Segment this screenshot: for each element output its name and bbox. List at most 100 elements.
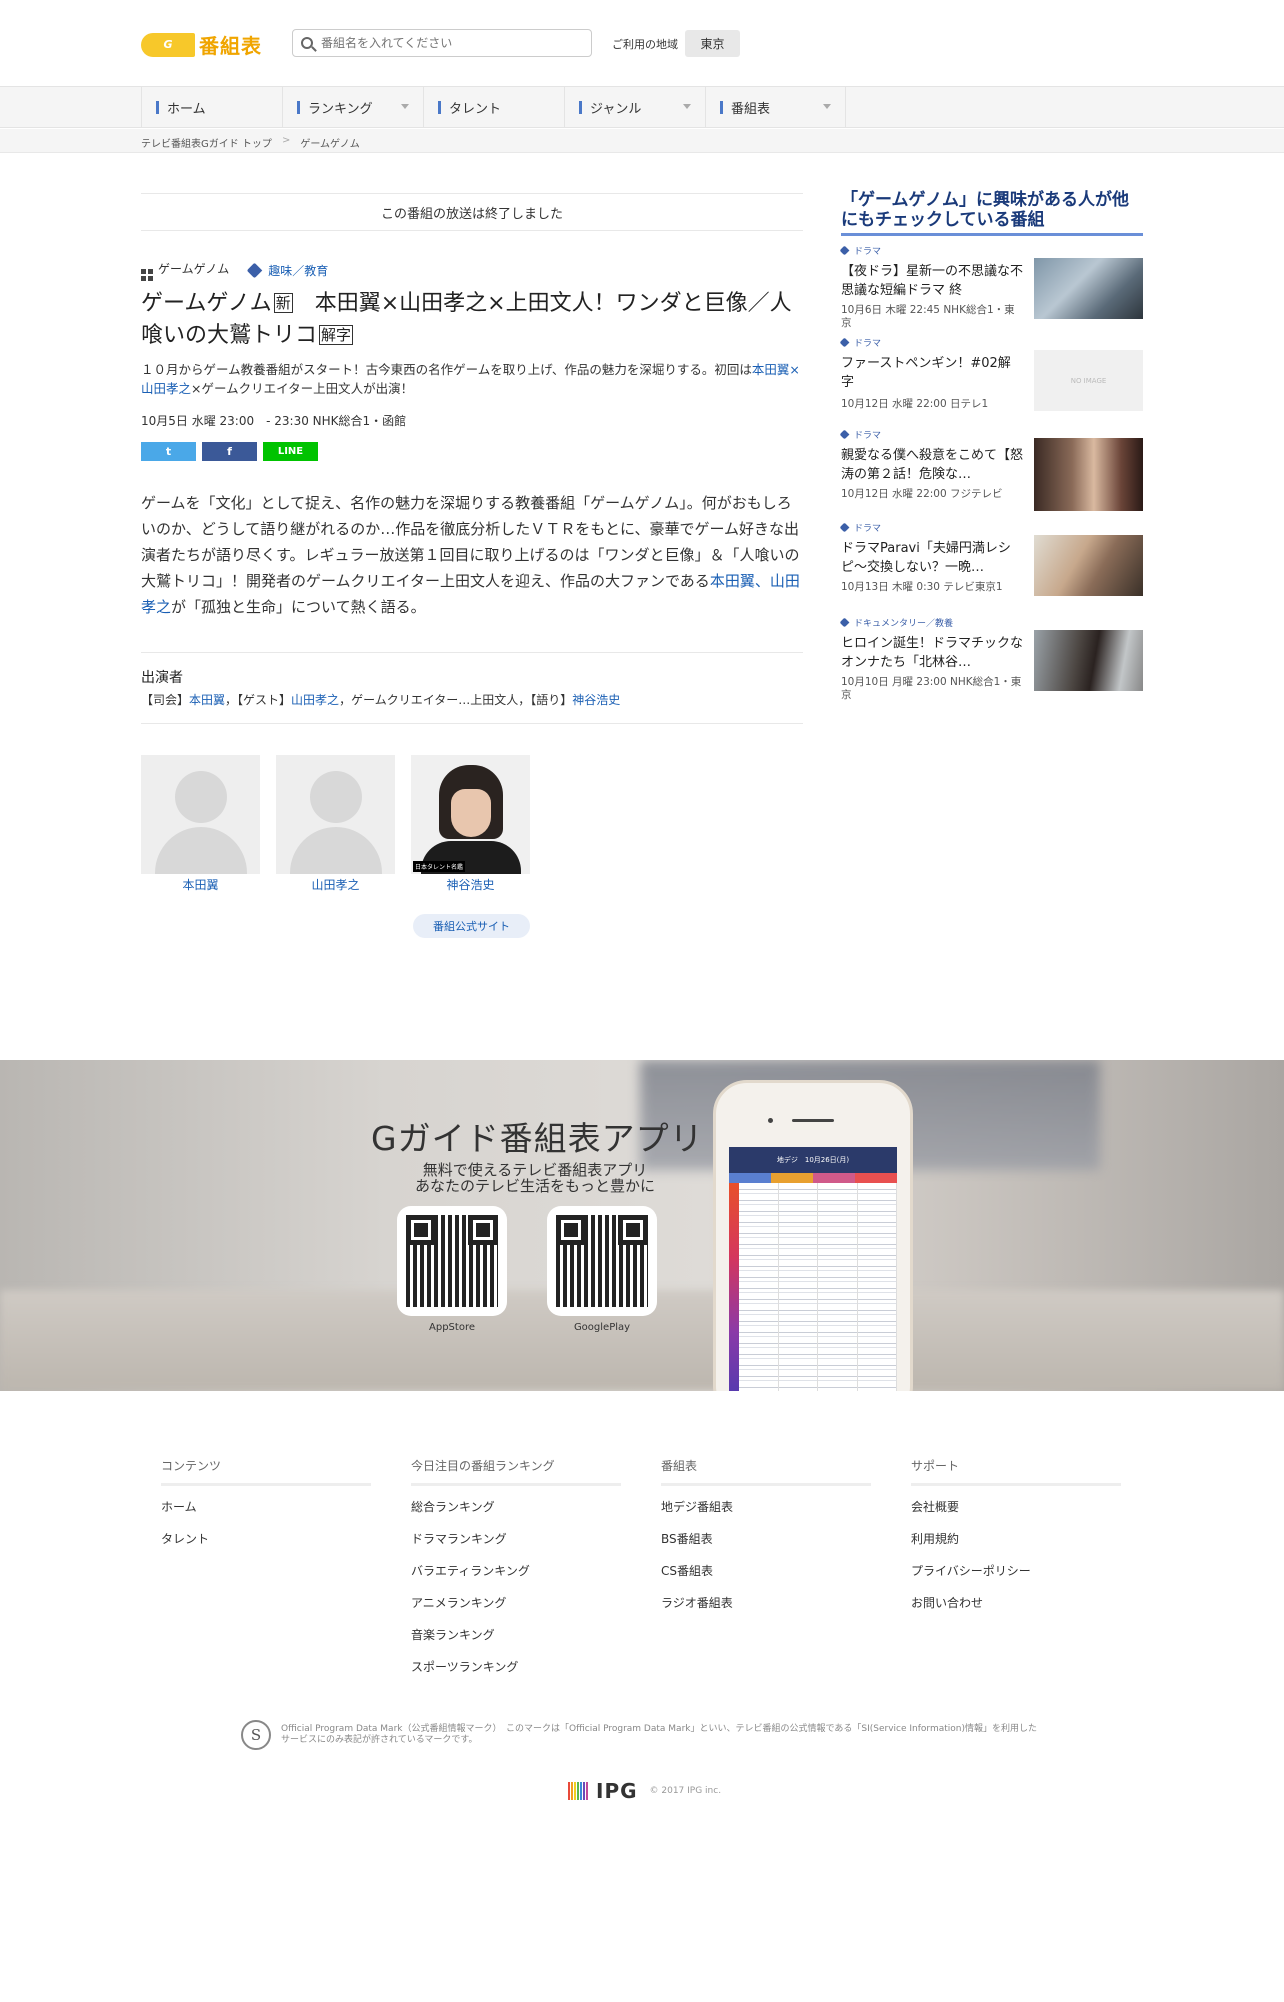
related-program-title[interactable]: 親愛なる僕へ殺意をこめて【怒涛の第２話！危険な… <box>841 446 1023 484</box>
cast-name[interactable]: 山田孝之 <box>276 876 395 893</box>
cast-link-honda[interactable]: 本田翼 <box>189 693 225 707</box>
footer-link[interactable]: 利用規約 <box>911 1532 1121 1546</box>
cast-link-honda[interactable]: 本田翼 <box>710 572 755 590</box>
cast-heading: 出演者 <box>141 670 183 686</box>
footer-link[interactable]: 音楽ランキング <box>411 1628 621 1642</box>
airtime: 10月5日 水曜 23:00 - 23:30 NHK総合1・函館 <box>141 414 407 428</box>
related-program-item[interactable]: ドキュメンタリー／教養 ヒロイン誕生！ドラマチックなオンナたち「北林谷… 10月… <box>839 616 1143 708</box>
related-program-title[interactable]: ファーストペンギン！#02解字 <box>841 354 1023 392</box>
odm-logo-icon: S <box>241 1720 271 1750</box>
footer-link[interactable]: バラエティランキング <box>411 1564 621 1578</box>
nav-item-label: タレント <box>449 101 502 117</box>
related-program-title[interactable]: ヒロイン誕生！ドラマチックなオンナたち「北林谷… <box>841 634 1023 672</box>
related-program-title[interactable]: ドラマParavi「夫婦円満レシピ〜交換しない？一晩… <box>841 539 1023 577</box>
footer-link[interactable]: BS番組表 <box>661 1532 871 1546</box>
cast-card[interactable]: 山田孝之 <box>276 755 395 893</box>
related-program-title[interactable]: 【夜ドラ】星新一の不思議な不思議な短編ドラマ 終 <box>841 262 1023 300</box>
app-screen-header: 地デジ 10月26日(月) <box>729 1147 897 1173</box>
cast-card[interactable]: 本田翼 <box>141 755 260 893</box>
footer-link[interactable]: お問い合わせ <box>911 1596 1121 1610</box>
footer-link[interactable]: タレント <box>161 1532 371 1546</box>
avatar-placeholder <box>276 755 395 874</box>
official-program-data-mark: S Official Program Data Mark（公式番組情報マーク） … <box>241 1720 1041 1750</box>
footer-column: 今日注目の番組ランキング 総合ランキング ドラマランキング バラエティランキング… <box>411 1457 621 1692</box>
nav-item-label: ランキング <box>308 101 373 117</box>
nav-item-ranking[interactable]: ランキング <box>282 87 423 127</box>
ipg-logo-icon <box>568 1782 588 1800</box>
search-input[interactable] <box>321 36 571 50</box>
program-thumbnail[interactable] <box>1034 630 1143 691</box>
summary-separator: × <box>789 362 800 377</box>
guest-label: ，【ゲスト】 <box>225 693 292 707</box>
related-program-item[interactable]: ドラマ ファーストペンギン！#02解字 10月12日 水曜 22:00 日テレ1… <box>839 336 1143 428</box>
footer-link[interactable]: ドラマランキング <box>411 1532 621 1546</box>
cast-link-kamiya[interactable]: 神谷浩史 <box>572 693 620 707</box>
twitter-icon: t <box>165 445 172 458</box>
official-site-button[interactable]: 番組公式サイト <box>413 914 530 938</box>
tag-icon <box>839 617 850 627</box>
footer-column: サポート 会社概要 利用規約 プライバシーポリシー お問い合わせ <box>911 1457 1121 1692</box>
googleplay-qr[interactable]: GooglePlay <box>547 1206 657 1333</box>
footer-link[interactable]: 総合ランキング <box>411 1500 621 1514</box>
cast-section: 出演者 【司会】本田翼，【ゲスト】山田孝之，ゲームクリエイター…上田文人，【語り… <box>141 652 803 724</box>
appstore-qr[interactable]: AppStore <box>397 1206 507 1333</box>
footer-link[interactable]: ラジオ番組表 <box>661 1596 871 1610</box>
genre-label: ドラマ <box>839 244 1143 257</box>
program-thumbnail[interactable] <box>1034 258 1143 319</box>
genre-link[interactable]: 趣味／教育 <box>268 264 328 278</box>
footer-heading: 今日注目の番組ランキング <box>411 1457 621 1486</box>
nav-item-listings[interactable]: 番組表 <box>705 87 846 127</box>
footer-link[interactable]: ホーム <box>161 1500 371 1514</box>
no-image-thumbnail[interactable]: NO IMAGE <box>1034 350 1143 411</box>
cast-card[interactable]: 日本タレント名鑑 神谷浩史 <box>411 755 530 893</box>
qr-code-icon <box>556 1215 648 1307</box>
region-label: ご利用の地域 <box>612 38 678 51</box>
related-program-item[interactable]: ドラマ 親愛なる僕へ殺意をこめて【怒涛の第２話！危険な… 10月12日 水曜 2… <box>839 428 1143 521</box>
nav-item-home[interactable]: ホーム <box>141 87 282 127</box>
photo-caption: 日本タレント名鑑 <box>413 861 466 872</box>
genre-label: ドラマ <box>839 336 1143 349</box>
app-promo-banner: Gガイド番組表アプリ 無料で使えるテレビ番組表アプリ あなたのテレビ生活をもっと… <box>0 1060 1284 1391</box>
related-program-time: 10月13日 木曜 0:30 テレビ東京1 <box>841 581 1003 593</box>
search-box[interactable] <box>292 29 592 57</box>
cast-name[interactable]: 神谷浩史 <box>411 876 530 893</box>
search-icon[interactable] <box>301 37 313 49</box>
genre-tag[interactable]: 趣味／教育 <box>247 262 328 279</box>
phone-mockup: 地デジ 10月26日(月) <box>713 1080 913 1391</box>
cast-name[interactable]: 本田翼 <box>141 876 260 893</box>
breadcrumb-top-link[interactable]: テレビ番組表Gガイド トップ <box>141 135 272 150</box>
series-link[interactable]: ゲームゲノム <box>141 260 229 281</box>
footer-link[interactable]: アニメランキング <box>411 1596 621 1610</box>
program-thumbnail[interactable] <box>1034 438 1143 511</box>
no-image-label: NO IMAGE <box>1070 376 1107 385</box>
footer-link[interactable]: 会社概要 <box>911 1500 1121 1514</box>
nav-item-label: 番組表 <box>731 101 771 117</box>
nav-item-talent[interactable]: タレント <box>423 87 564 127</box>
nav-item-genre[interactable]: ジャンル <box>564 87 705 127</box>
footer-link[interactable]: プライバシーポリシー <box>911 1564 1121 1578</box>
related-program-item[interactable]: ドラマ 【夜ドラ】星新一の不思議な不思議な短編ドラマ 終 10月6日 木曜 22… <box>839 244 1143 336</box>
region-select-button[interactable]: 東京 <box>685 30 740 57</box>
twitter-share-button[interactable]: t <box>141 442 196 461</box>
cast-link-yamada[interactable]: 山田孝之 <box>141 381 191 396</box>
share-buttons: t f LINE <box>141 442 318 461</box>
cast-link-honda[interactable]: 本田翼 <box>752 362 790 377</box>
ipg-footer-brand: IPG © 2017 IPG inc. <box>568 1779 721 1803</box>
description-text: ゲームを「文化」として捉え、名作の魅力を深堀りする教養番組「ゲームゲノム」。何が… <box>141 494 800 590</box>
avatar-placeholder <box>141 755 260 874</box>
app-promo-subtitle: 無料で使えるテレビ番組表アプリ あなたのテレビ生活をもっと豊かに <box>414 1161 655 1195</box>
footer-link[interactable]: CS番組表 <box>661 1564 871 1578</box>
chevron-down-icon <box>823 104 831 109</box>
site-logo[interactable]: G 番組表 <box>141 30 262 59</box>
facebook-share-button[interactable]: f <box>202 442 257 461</box>
line-share-button[interactable]: LINE <box>263 442 318 461</box>
related-program-time: 10月12日 水曜 22:00 フジテレビ <box>841 488 1003 500</box>
summary-text-end: ×ゲームクリエイター上田文人が出演！ <box>191 381 414 396</box>
cast-link-yamada[interactable]: 山田孝之 <box>291 693 339 707</box>
footer-link[interactable]: 地デジ番組表 <box>661 1500 871 1514</box>
footer-link[interactable]: スポーツランキング <box>411 1660 621 1674</box>
new-badge: 新 <box>273 293 293 313</box>
program-thumbnail[interactable] <box>1034 535 1143 596</box>
related-program-item[interactable]: ドラマ ドラマParavi「夫婦円満レシピ〜交換しない？一晩… 10月13日 木… <box>839 521 1143 616</box>
program-summary: １０月からゲーム教養番組がスタート！古今東西の名作ゲームを取り上げ、作品の魅力を… <box>141 360 805 398</box>
